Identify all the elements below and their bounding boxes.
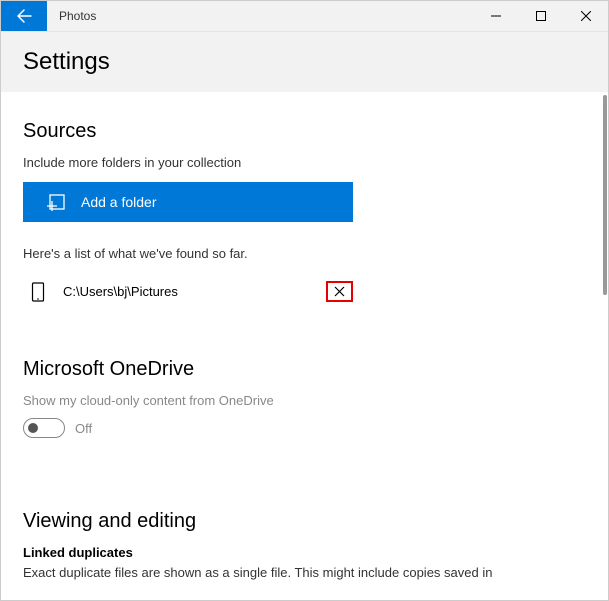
- section-sources: Sources Include more folders in your col…: [23, 120, 586, 304]
- add-folder-button[interactable]: Add a folder: [23, 182, 353, 222]
- arrow-left-icon: [16, 8, 32, 24]
- linked-duplicates-desc: Exact duplicate files are shown as a sin…: [23, 564, 586, 582]
- section-viewing-editing: Viewing and editing Linked duplicates Ex…: [23, 510, 586, 582]
- onedrive-toggle-label: Off: [75, 421, 92, 436]
- minimize-icon: [491, 11, 501, 21]
- add-folder-label: Add a folder: [81, 194, 157, 210]
- add-folder-icon: [45, 192, 65, 212]
- folder-row: C:\Users\bj\Pictures: [23, 279, 353, 304]
- onedrive-toggle[interactable]: [23, 418, 65, 438]
- maximize-button[interactable]: [518, 1, 563, 31]
- section-onedrive: Microsoft OneDrive Show my cloud-only co…: [23, 358, 586, 438]
- sources-list-note: Here's a list of what we've found so far…: [23, 246, 586, 261]
- folder-path: C:\Users\bj\Pictures: [63, 284, 326, 299]
- sources-include-text: Include more folders in your collection: [23, 155, 586, 170]
- page-header: Settings: [1, 32, 608, 92]
- page-title: Settings: [23, 48, 110, 76]
- back-button[interactable]: [1, 1, 47, 31]
- device-icon: [31, 282, 45, 302]
- x-icon: [334, 286, 345, 297]
- editing-heading: Viewing and editing: [23, 510, 586, 533]
- onedrive-heading: Microsoft OneDrive: [23, 358, 586, 381]
- minimize-button[interactable]: [473, 1, 518, 31]
- onedrive-desc: Show my cloud-only content from OneDrive: [23, 393, 586, 408]
- close-icon: [581, 11, 591, 21]
- app-title: Photos: [47, 1, 96, 31]
- linked-duplicates-heading: Linked duplicates: [23, 545, 586, 560]
- sources-heading: Sources: [23, 120, 586, 143]
- window-controls: [473, 1, 608, 31]
- close-button[interactable]: [563, 1, 608, 31]
- toggle-knob-icon: [28, 423, 38, 433]
- maximize-icon: [536, 11, 546, 21]
- remove-folder-button[interactable]: [326, 281, 353, 302]
- title-bar: Photos: [1, 1, 608, 32]
- scrollbar[interactable]: [603, 95, 607, 295]
